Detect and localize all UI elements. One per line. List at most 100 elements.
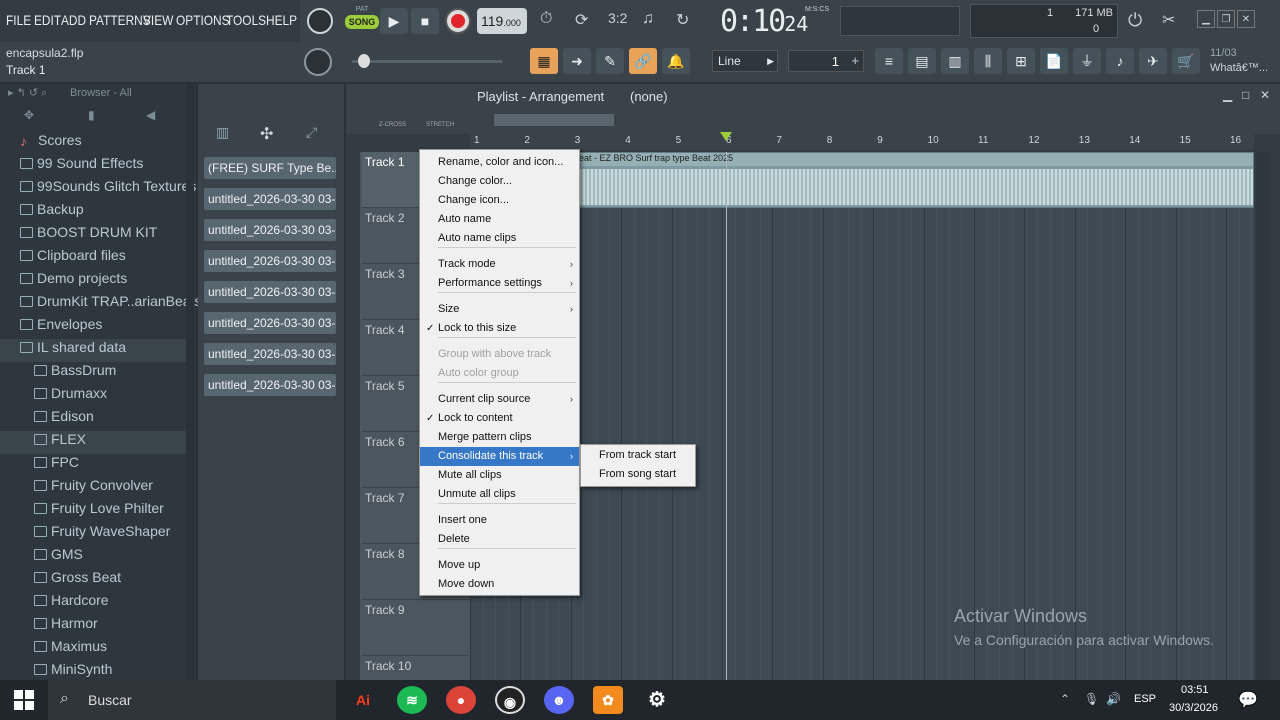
tools-icon[interactable]: ✂: [1162, 10, 1175, 30]
menu-item-lock-to-content[interactable]: Lock to content ✓: [420, 409, 579, 428]
fl-studio-icon[interactable]: ✿: [593, 686, 623, 714]
browser-item[interactable]: Hardcore: [0, 592, 186, 615]
menu-item-move-up[interactable]: Move up: [420, 556, 579, 575]
browser-title[interactable]: Browser - All: [70, 87, 132, 99]
microphone-icon[interactable]: 🎙: [1084, 692, 1099, 706]
browser-button[interactable]: ⊞: [1007, 48, 1035, 74]
illustrator-icon[interactable]: Ai: [348, 686, 378, 714]
browser-item[interactable]: FPC: [0, 454, 186, 477]
menu-item-change-icon[interactable]: Change icon...: [420, 191, 579, 210]
browser-nav-icons[interactable]: ▸ ↰ ↺ ⌕: [8, 86, 47, 100]
feedback-button[interactable]: ✈: [1139, 48, 1167, 74]
menu-view[interactable]: VIEW: [143, 12, 173, 28]
arrangement-grid[interactable]: eat - EZ BRO Surf trap type Beat 2025: [470, 152, 1254, 680]
settings-gear-icon[interactable]: ⚙: [642, 686, 672, 714]
pattern-selector-knob[interactable]: [307, 8, 333, 34]
tempo-display[interactable]: 119.000: [477, 8, 527, 34]
browser-item[interactable]: Harmor: [0, 615, 186, 638]
blend-icon[interactable]: ♫: [642, 10, 654, 28]
bar-ruler[interactable]: 1 2 3 4 5 6 7 8 9 10 11 12 13 14 15 16: [470, 132, 1254, 150]
browser-speaker-icon[interactable]: ◀: [146, 108, 155, 122]
browser-item[interactable]: Maximus: [0, 638, 186, 661]
menu-item-size[interactable]: Size ›: [420, 300, 579, 319]
pattern-item[interactable]: untitled_2026-03-30 03-...: [204, 312, 336, 334]
pattern-item[interactable]: (FREE) SURF Type Be...: [204, 157, 336, 179]
play-button[interactable]: ▶: [380, 8, 408, 34]
audio-clip[interactable]: eat - EZ BRO Surf trap type Beat 2025: [470, 152, 1254, 208]
plugin-picker-button[interactable]: ⏚: [1073, 48, 1101, 74]
menu-item-track-mode[interactable]: Track mode ›: [420, 255, 579, 274]
obs-icon[interactable]: ◉: [495, 686, 525, 714]
playlist-window-button[interactable]: ≡: [875, 48, 903, 74]
clock-time[interactable]: 03:51: [1181, 684, 1209, 696]
stop-button[interactable]: ■: [411, 8, 439, 34]
notifications-icon[interactable]: 💬: [1238, 690, 1258, 710]
menu-item-mute-all-clips[interactable]: Mute all clips: [420, 466, 579, 485]
restore-button[interactable]: ❐: [1217, 10, 1235, 28]
browser-item[interactable]: Fruity Convolver: [0, 477, 186, 500]
browser-item[interactable]: Clipboard files: [0, 247, 186, 270]
playlist-maximize-icon[interactable]: □: [1242, 88, 1249, 102]
master-pitch-slider[interactable]: [352, 60, 502, 63]
browser-item[interactable]: Gross Beat: [0, 569, 186, 592]
piano-icon[interactable]: ▥: [216, 124, 229, 141]
channel-rack-button[interactable]: ▥: [941, 48, 969, 74]
browser-scrollbar[interactable]: [186, 84, 194, 680]
project-info-button[interactable]: 📄: [1040, 48, 1068, 74]
menu-edit[interactable]: EDIT: [34, 12, 61, 28]
menu-item-auto-name-clips[interactable]: Auto name clips: [420, 229, 579, 248]
menu-item-delete[interactable]: Delete: [420, 530, 579, 549]
menu-item-lock-to-this-size[interactable]: Lock to this size ✓: [420, 319, 579, 338]
spotify-icon[interactable]: ≋: [397, 686, 427, 714]
countdown-icon[interactable]: 3:2: [608, 10, 627, 26]
audio-icon[interactable]: ✣: [260, 124, 273, 144]
menu-item-move-down[interactable]: Move down: [420, 575, 579, 594]
snap-select[interactable]: Line ▶: [712, 50, 778, 72]
taskbar-search[interactable]: ⌕ Buscar: [48, 680, 336, 720]
menu-file[interactable]: FILE: [6, 12, 31, 28]
browser-file-icon[interactable]: ▮: [88, 108, 95, 122]
browser-item[interactable]: BOOST DRUM KIT: [0, 224, 186, 247]
browser-item[interactable]: Demo projects: [0, 270, 186, 293]
menu-item-current-clip-source[interactable]: Current clip source ›: [420, 390, 579, 409]
browser-item[interactable]: Envelopes: [0, 316, 186, 339]
submenu-item-from-track-start[interactable]: From track start: [581, 446, 695, 465]
browser-item[interactable]: FLEX: [0, 431, 186, 454]
menu-item-performance-settings[interactable]: Performance settings ›: [420, 274, 579, 293]
tray-chevron-icon[interactable]: ⌃: [1060, 692, 1070, 706]
playhead-marker[interactable]: [720, 132, 732, 141]
playlist-close-icon[interactable]: ✕: [1260, 88, 1270, 102]
step-edit-button[interactable]: ➜: [563, 48, 591, 74]
track-header[interactable]: Track 9: [362, 600, 468, 656]
menu-patterns[interactable]: PATTERNS: [89, 12, 151, 28]
pattern-item[interactable]: untitled_2026-03-30 03-...: [204, 250, 336, 272]
pattern-item[interactable]: untitled_2026-03-30 03-...: [204, 188, 336, 210]
volume-icon[interactable]: 🔊: [1106, 692, 1121, 706]
language-indicator[interactable]: ESP: [1134, 693, 1156, 705]
browser-item[interactable]: IL shared data: [0, 339, 186, 362]
touch-controller-button[interactable]: ♪: [1106, 48, 1134, 74]
menu-item-unmute-all-clips[interactable]: Unmute all clips: [420, 485, 579, 504]
browser-item[interactable]: 99 Sound Effects: [0, 155, 186, 178]
minimize-button[interactable]: ▁: [1197, 10, 1215, 28]
step-stepper[interactable]: 1 +: [788, 50, 864, 72]
start-icon[interactable]: [14, 690, 34, 710]
pat-song-toggle[interactable]: PAT SONG: [345, 6, 379, 36]
vertical-scrollbar[interactable]: [1256, 152, 1270, 680]
pattern-item[interactable]: untitled_2026-03-30 03-...: [204, 374, 336, 396]
menu-item-consolidate-this-track[interactable]: Consolidate this track ›: [420, 447, 579, 466]
wait-icon[interactable]: ⟳: [575, 10, 588, 30]
browser-item[interactable]: ♪ Scores: [0, 132, 186, 155]
browser-item[interactable]: Edison: [0, 408, 186, 431]
chrome-icon[interactable]: ●: [446, 686, 476, 714]
playlist-scroll[interactable]: [494, 114, 614, 126]
menu-item-insert-one[interactable]: Insert one: [420, 511, 579, 530]
stretch-label[interactable]: STRETCH: [426, 122, 454, 128]
playlist-pattern[interactable]: (none): [630, 89, 668, 104]
browser-item[interactable]: 99Sounds Glitch Textures: [0, 178, 196, 201]
browser-item[interactable]: BassDrum: [0, 362, 186, 385]
record-button[interactable]: [445, 8, 471, 34]
pattern-item[interactable]: untitled_2026-03-30 03-...: [204, 343, 336, 365]
submenu-item-from-song-start[interactable]: From song start: [581, 465, 695, 484]
master-volume-knob[interactable]: [304, 48, 332, 76]
